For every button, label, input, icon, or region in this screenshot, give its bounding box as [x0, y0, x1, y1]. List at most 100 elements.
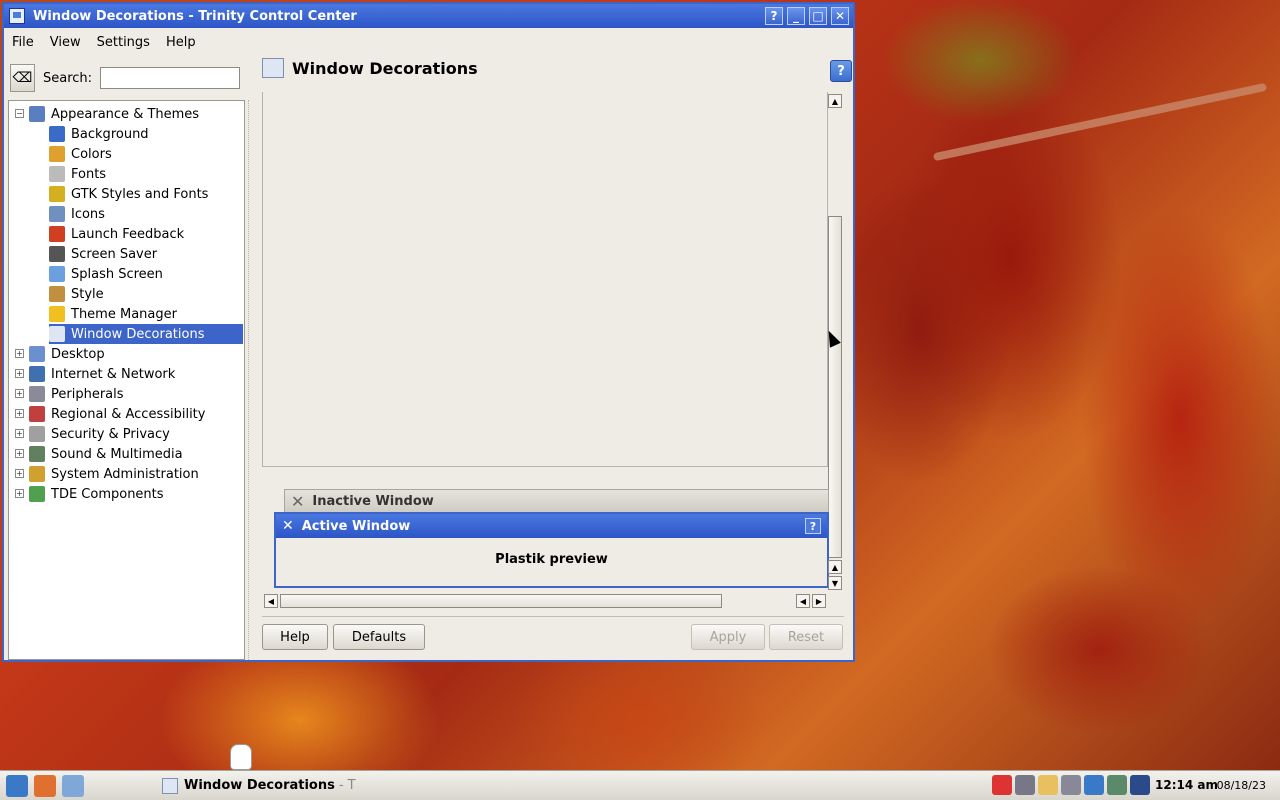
help-titlebar-button[interactable]: ? — [765, 7, 783, 25]
tree-item-label: Fonts — [71, 166, 107, 182]
preview-help-button: ? — [805, 518, 821, 534]
tree-item-label: Appearance & Themes — [51, 106, 200, 122]
splitter[interactable] — [248, 100, 250, 660]
help-button[interactable]: Help — [262, 624, 328, 650]
help-icon[interactable]: ? — [830, 60, 852, 82]
tree-item[interactable]: Icons — [49, 204, 105, 224]
tree-item[interactable]: Theme Manager — [49, 304, 177, 324]
wallpaper-branch — [932, 82, 1268, 162]
tree-item-icon — [49, 126, 65, 142]
menu-file[interactable]: File — [4, 35, 42, 50]
start-menu-icon[interactable] — [6, 774, 28, 797]
menu-help[interactable]: Help — [158, 35, 204, 50]
titlebar[interactable]: Window Decorations - Trinity Control Cen… — [4, 4, 853, 28]
clear-search-button[interactable]: ⌫ — [10, 64, 35, 92]
tree-item[interactable]: Background — [49, 124, 149, 144]
tree-item[interactable]: + Regional & Accessibility — [15, 404, 206, 424]
expand-icon[interactable]: + — [15, 489, 24, 498]
volume-icon[interactable] — [1107, 775, 1127, 795]
task-label: Window Decorations — [184, 778, 335, 793]
tree-item-label: Style — [71, 286, 104, 302]
tree-item[interactable]: Screen Saver — [49, 244, 157, 264]
file-manager-icon[interactable] — [62, 774, 84, 797]
horizontal-scrollbar[interactable]: ◀ ◀ ▶ — [262, 594, 828, 610]
tree-item-label: Colors — [71, 146, 112, 162]
user-icon[interactable] — [1084, 775, 1104, 795]
tree-item[interactable]: + TDE Components — [15, 484, 164, 504]
tree-item[interactable]: + System Administration — [15, 464, 199, 484]
tree-item[interactable]: + Sound & Multimedia — [15, 444, 183, 464]
network-error-icon[interactable] — [992, 775, 1012, 795]
home-icon[interactable] — [34, 774, 56, 797]
tree-item[interactable]: Fonts — [49, 164, 106, 184]
maximize-button[interactable]: □ — [809, 7, 827, 25]
scroll-left-button[interactable]: ◀ — [264, 594, 278, 608]
collapse-icon[interactable]: − — [15, 109, 24, 118]
tree-item-icon — [29, 466, 45, 482]
clipboard-icon[interactable] — [1038, 775, 1058, 795]
tree-item-icon — [29, 486, 45, 502]
expand-icon[interactable]: + — [15, 389, 24, 398]
expand-icon[interactable]: + — [15, 369, 24, 378]
preview-scroll-up[interactable]: ▲ — [828, 560, 842, 574]
close-button[interactable]: ✕ — [831, 7, 849, 25]
active-window-icon: ✕ — [282, 518, 294, 534]
expand-icon[interactable]: + — [15, 409, 24, 418]
expand-icon[interactable]: + — [15, 449, 24, 458]
vertical-scrollbar[interactable]: ▲ — [828, 92, 843, 558]
tree-item-icon — [49, 166, 65, 182]
printer-icon[interactable] — [1015, 775, 1035, 795]
tree-item[interactable]: Colors — [49, 144, 112, 164]
scroll-left-button-2[interactable]: ◀ — [796, 594, 810, 608]
tree-item[interactable]: − Appearance & Themes — [15, 104, 200, 124]
tree-item[interactable]: Style — [49, 284, 104, 304]
tree-item[interactable]: + Peripherals — [15, 384, 124, 404]
tree-item[interactable]: + Internet & Network — [15, 364, 176, 384]
mascot-icon[interactable] — [230, 744, 252, 770]
search-input[interactable] — [100, 67, 241, 89]
tree-item[interactable]: + Desktop — [15, 344, 105, 364]
clock[interactable]: 12:14 am — [1155, 778, 1218, 792]
date[interactable]: 08/18/23 — [1217, 779, 1266, 792]
scrollbar-thumb[interactable] — [828, 216, 842, 558]
reset-button[interactable]: Reset — [769, 624, 843, 650]
system-tray — [989, 775, 1150, 795]
tree-item[interactable]: GTK Styles and Fonts — [49, 184, 208, 204]
defaults-button[interactable]: Defaults — [333, 624, 425, 650]
apply-button[interactable]: Apply — [691, 624, 765, 650]
module-tree[interactable]: − Appearance & Themes Background Colors Font… — [8, 100, 245, 660]
decoration-preview: ✕ Inactive Window ✕ Active Window ? Plas… — [274, 484, 829, 588]
tree-item[interactable]: Splash Screen — [49, 264, 163, 284]
panel-header: Window Decorations — [262, 58, 478, 78]
search-row: ⌫ Search: — [10, 64, 241, 92]
decoration-list-area[interactable] — [262, 92, 828, 467]
menu-view[interactable]: View — [42, 35, 89, 50]
minimize-button[interactable]: _ — [787, 7, 805, 25]
app-icon[interactable] — [9, 8, 25, 24]
task-app-icon — [162, 777, 178, 794]
inactive-window-title: Inactive Window — [312, 493, 434, 509]
tree-item-label: Regional & Accessibility — [51, 406, 206, 422]
scroll-right-button[interactable]: ▶ — [812, 594, 826, 608]
tree-item-icon — [29, 446, 45, 462]
tree-item-icon — [29, 106, 45, 122]
disk-icon[interactable] — [1061, 775, 1081, 795]
expand-icon[interactable]: + — [15, 349, 24, 358]
preview-scroll-down[interactable]: ▼ — [828, 576, 842, 590]
tree-item-label: Splash Screen — [71, 266, 163, 282]
expand-icon[interactable]: + — [15, 429, 24, 438]
tree-item-label: Internet & Network — [51, 366, 176, 382]
tree-item[interactable]: Launch Feedback — [49, 224, 184, 244]
active-window-title: Active Window — [301, 518, 411, 534]
scroll-up-button[interactable]: ▲ — [828, 94, 842, 108]
menu-settings[interactable]: Settings — [89, 35, 158, 50]
tree-item-icon — [29, 386, 45, 402]
tree-item-label: Window Decorations — [71, 326, 205, 342]
task-window-decorations[interactable]: Window Decorations - T — [162, 777, 356, 794]
horizontal-scroll-thumb[interactable] — [280, 594, 722, 608]
tree-item[interactable]: + Security & Privacy — [15, 424, 170, 444]
display-icon[interactable] — [1130, 775, 1150, 795]
expand-icon[interactable]: + — [15, 469, 24, 478]
tree-item[interactable]: Window Decorations — [49, 324, 243, 344]
tree-item-label: Peripherals — [51, 386, 124, 402]
